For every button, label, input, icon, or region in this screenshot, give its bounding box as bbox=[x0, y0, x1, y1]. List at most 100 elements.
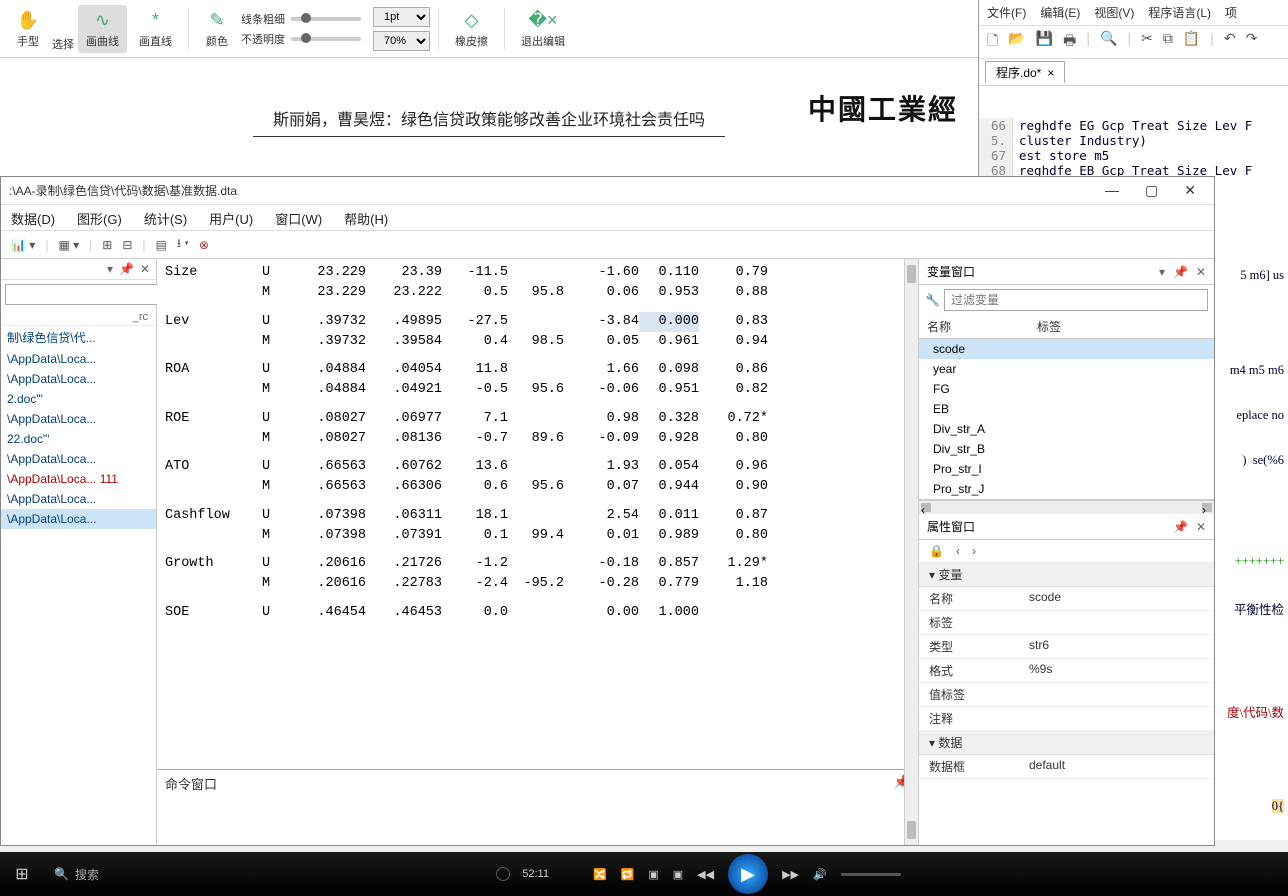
col-name[interactable]: 名称 bbox=[919, 315, 1029, 338]
redo-icon[interactable]: ↷ bbox=[1246, 30, 1258, 54]
history-item[interactable]: \AppData\Loca... bbox=[1, 449, 156, 469]
line-tool[interactable]: *画直线 bbox=[131, 5, 180, 53]
color-tool[interactable]: ✎颜色 bbox=[197, 5, 237, 53]
play-button[interactable]: ▶ bbox=[728, 854, 768, 894]
stata-titlebar: :\AA-录制\绿色信贷\代码\数据\基准数据.dta — ▢ ✕ bbox=[1, 177, 1214, 205]
search-icon[interactable]: 🔍 bbox=[1100, 30, 1117, 54]
menu-graph[interactable]: 图形(G) bbox=[77, 209, 122, 226]
curve-tool[interactable]: ∿画曲线 bbox=[78, 5, 127, 53]
forward-icon[interactable]: ▶▶ bbox=[782, 868, 799, 881]
history-item[interactable]: \AppData\Loca... bbox=[1, 489, 156, 509]
variable-item[interactable]: EB bbox=[919, 399, 1214, 419]
history-item[interactable]: \AppData\Loca... bbox=[1, 369, 156, 389]
drawing-toolbar: ✋手型 选择 ∿画曲线 *画直线 ✎颜色 线条粗细 不透明度 1pt 70% ◇… bbox=[0, 0, 978, 58]
prev-icon[interactable]: ‹ bbox=[956, 544, 960, 558]
print-icon[interactable]: 🖶 bbox=[1063, 30, 1076, 54]
grid-icon[interactable]: ▦ ▾ bbox=[58, 238, 79, 252]
variable-item[interactable]: Div_str_A bbox=[919, 419, 1214, 439]
copy-icon[interactable]: ⧉ bbox=[1163, 30, 1173, 54]
table2-icon[interactable]: ⊟ bbox=[122, 238, 132, 252]
undo-icon[interactable]: ↶ bbox=[1224, 30, 1236, 54]
menu-data[interactable]: 数据(D) bbox=[11, 209, 55, 226]
player-time: 52:11 bbox=[522, 868, 549, 880]
linewidth-combo[interactable]: 1pt bbox=[373, 7, 430, 27]
volume-icon[interactable]: 🔊 bbox=[813, 868, 827, 881]
variable-item[interactable]: scode bbox=[919, 339, 1214, 359]
variables-pane: 变量窗口 ▾📌✕ 🔧 名称标签 scodeyearFGEBDiv_str_ADi… bbox=[918, 259, 1214, 845]
app-icon[interactable]: ▣ bbox=[673, 868, 683, 881]
menu-edit[interactable]: 编辑(E) bbox=[1040, 4, 1080, 21]
menu-lang[interactable]: 程序语言(L) bbox=[1148, 4, 1211, 21]
app-icon[interactable]: ▣ bbox=[648, 868, 658, 881]
menu-stat[interactable]: 统计(S) bbox=[144, 209, 187, 226]
hand-tool[interactable]: ✋手型 bbox=[8, 5, 48, 53]
linewidth-slider[interactable] bbox=[291, 17, 361, 21]
chart-icon[interactable]: 📊 ▾ bbox=[11, 238, 35, 252]
close-tab-icon[interactable]: × bbox=[1047, 66, 1054, 80]
filter-icon[interactable]: ▾ bbox=[107, 262, 113, 276]
variable-item[interactable]: FG bbox=[919, 379, 1214, 399]
history-item[interactable]: 22.doc"' bbox=[1, 429, 156, 449]
save-icon[interactable]: 💾 bbox=[1036, 30, 1053, 54]
stata-iconbar: 📊 ▾ | ▦ ▾ | ⊞ ⊟ | ▤ ⭳ ▾ ⊗ bbox=[1, 231, 1214, 259]
dl-icon[interactable]: ⭳ ▾ bbox=[177, 234, 189, 255]
table1-icon[interactable]: ⊞ bbox=[102, 238, 112, 252]
variable-item[interactable]: Pro_str_J bbox=[919, 479, 1214, 499]
start-button[interactable]: ⊞ bbox=[0, 852, 44, 896]
stata-window: :\AA-录制\绿色信贷\代码\数据\基准数据.dta — ▢ ✕ 数据(D) … bbox=[0, 176, 1215, 846]
results-text[interactable]: SizeU23.22923.39-11.5-1.600.1100.79M23.2… bbox=[157, 259, 918, 769]
history-item[interactable]: \AppData\Loca... 111 bbox=[1, 469, 156, 489]
paste-icon[interactable]: 📋 bbox=[1183, 30, 1200, 54]
lock-icon[interactable]: 🔒 bbox=[929, 544, 944, 558]
history-item[interactable]: \AppData\Loca... bbox=[1, 509, 156, 529]
results-scrollbar[interactable] bbox=[904, 259, 918, 845]
opacity-slider[interactable] bbox=[291, 37, 361, 41]
menu-view[interactable]: 视图(V) bbox=[1094, 4, 1134, 21]
history-item[interactable]: \AppData\Loca... bbox=[1, 349, 156, 369]
shuffle-icon[interactable]: 🔀 bbox=[593, 868, 607, 881]
variable-item[interactable]: Pro_str_I bbox=[919, 459, 1214, 479]
select-label: 选择 bbox=[52, 6, 74, 52]
var-filter-input[interactable] bbox=[944, 289, 1208, 311]
sheet-icon[interactable]: ▤ bbox=[156, 238, 167, 252]
minimize-icon[interactable]: — bbox=[1105, 182, 1119, 199]
opacity-combo[interactable]: 70% bbox=[373, 31, 430, 51]
open-icon[interactable]: 📂 bbox=[1008, 30, 1025, 54]
next-icon[interactable]: › bbox=[972, 544, 976, 558]
menu-user[interactable]: 用户(U) bbox=[209, 209, 253, 226]
volume-slider[interactable] bbox=[841, 873, 901, 876]
repeat-icon[interactable]: 🔁 bbox=[621, 868, 635, 881]
close-pane-icon[interactable]: ✕ bbox=[1196, 265, 1206, 279]
paper-title: 斯丽娟，曹昊煜：绿色信贷政策能够改善企业环境社会责任吗 bbox=[253, 100, 725, 137]
eraser-tool[interactable]: ◇橡皮擦 bbox=[447, 5, 496, 53]
rewind-icon[interactable]: ◀◀ bbox=[697, 868, 714, 881]
history-item[interactable]: \AppData\Loca... bbox=[1, 409, 156, 429]
menu-file[interactable]: 文件(F) bbox=[987, 4, 1026, 21]
wrench-icon[interactable]: 🔧 bbox=[925, 293, 940, 307]
variable-item[interactable]: Div_str_B bbox=[919, 439, 1214, 459]
history-search[interactable] bbox=[5, 284, 170, 305]
editor-tab[interactable]: 程序.do*× bbox=[985, 61, 1065, 83]
menu-help[interactable]: 帮助(H) bbox=[344, 209, 388, 226]
filter-icon[interactable]: ▾ bbox=[1159, 265, 1165, 279]
variable-item[interactable]: year bbox=[919, 359, 1214, 379]
cut-icon[interactable]: ✂ bbox=[1141, 30, 1153, 54]
close-icon[interactable]: ✕ bbox=[1184, 182, 1196, 199]
cancel-icon[interactable]: ⊗ bbox=[199, 238, 209, 252]
var-hscroll[interactable]: ‹› bbox=[919, 500, 1214, 514]
exit-edit[interactable]: �×退出编辑 bbox=[513, 5, 573, 53]
maximize-icon[interactable]: ▢ bbox=[1145, 182, 1158, 199]
menu-more[interactable]: 项 bbox=[1225, 4, 1237, 21]
taskbar-search[interactable]: 🔍 搜索 bbox=[44, 866, 109, 883]
history-item[interactable]: 制\绿色信贷\代... bbox=[1, 326, 156, 349]
command-input[interactable] bbox=[165, 793, 910, 841]
history-item[interactable]: 2.doc"' bbox=[1, 389, 156, 409]
close-pane-icon[interactable]: ✕ bbox=[140, 262, 150, 276]
pin-icon[interactable]: 📌 bbox=[1173, 265, 1188, 279]
pin-icon[interactable]: 📌 bbox=[119, 262, 134, 276]
new-icon[interactable]: 🗋 bbox=[987, 30, 998, 54]
menu-window[interactable]: 窗口(W) bbox=[275, 209, 322, 226]
pin-icon[interactable]: 📌 bbox=[1173, 520, 1188, 534]
close-pane-icon[interactable]: ✕ bbox=[1196, 520, 1206, 534]
col-label[interactable]: 标签 bbox=[1029, 315, 1069, 338]
